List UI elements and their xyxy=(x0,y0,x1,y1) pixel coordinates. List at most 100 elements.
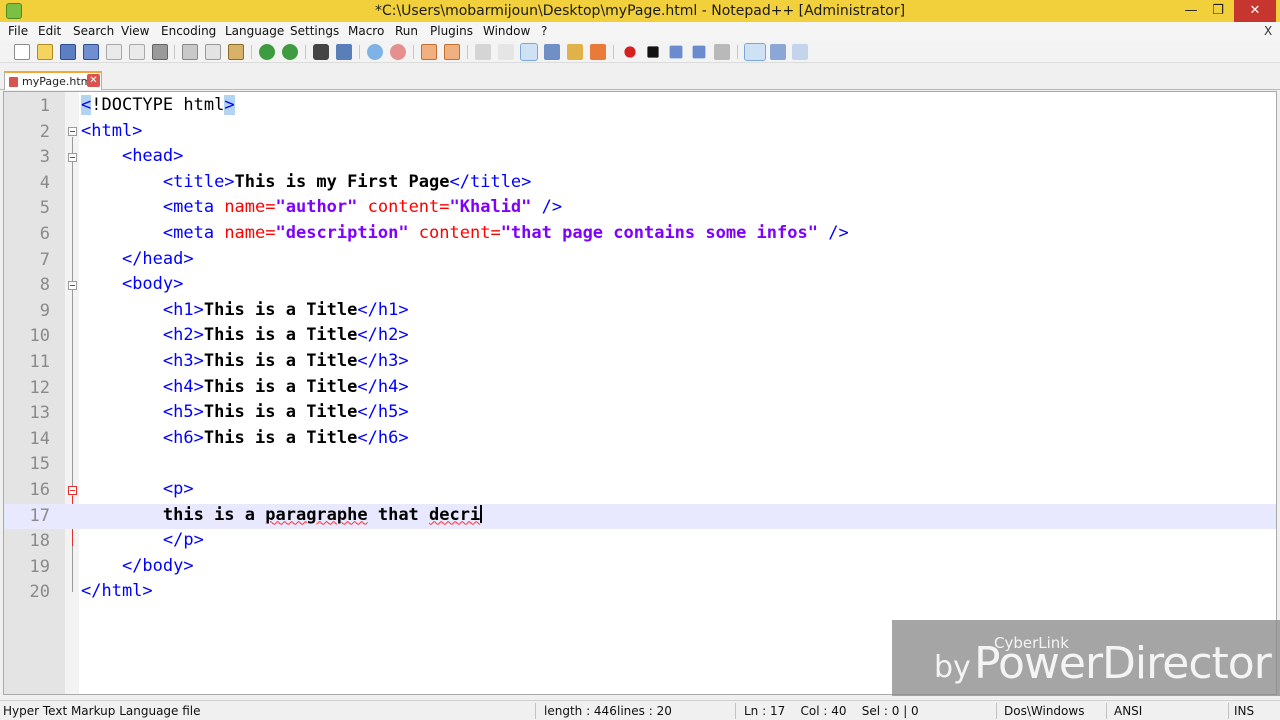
code-text: this is a paragraphe that decri xyxy=(162,504,483,525)
toolbar-separator xyxy=(737,45,738,59)
open-file-icon[interactable] xyxy=(37,44,53,60)
redo-icon[interactable] xyxy=(282,44,298,60)
window-title: *C:\Users\mobarmijoun\Desktop\myPage.htm… xyxy=(374,3,906,19)
close-icon[interactable] xyxy=(106,44,122,60)
indent-guide-icon[interactable] xyxy=(520,43,538,61)
menu-macro[interactable]: Macro xyxy=(348,24,384,38)
toolbar-separator xyxy=(413,45,414,59)
sync-vertical-icon[interactable] xyxy=(421,44,437,60)
code-line: 4 <title>This is my First Page</title> xyxy=(4,171,1276,197)
toolbar-separator xyxy=(613,45,614,59)
text-caret xyxy=(480,504,483,523)
code-line: 10 <h2>This is a Title</h2> xyxy=(4,324,1276,350)
toolbar-separator xyxy=(251,45,252,59)
maximize-button[interactable]: ❐ xyxy=(1203,0,1233,22)
code-text: <meta name="author" content="Khalid" /> xyxy=(162,197,563,218)
spellcheck-options-icon[interactable] xyxy=(770,44,786,60)
sync-horizontal-icon[interactable] xyxy=(444,44,460,60)
status-divider xyxy=(535,703,536,719)
status-filetype: Hyper Text Markup Language file xyxy=(3,704,201,718)
code-editor[interactable]: 1 <!DOCTYPE html> 2 <html> 3 <head> 4 <t… xyxy=(3,91,1277,695)
menu-run[interactable]: Run xyxy=(395,24,418,38)
spellcheck-icon[interactable] xyxy=(744,43,766,61)
play-macro-icon[interactable] xyxy=(669,45,683,59)
stop-macro-icon[interactable] xyxy=(647,46,659,58)
menu-edit[interactable]: Edit xyxy=(38,24,61,38)
cut-icon[interactable] xyxy=(182,44,198,60)
replace-icon[interactable] xyxy=(336,44,352,60)
watermark-by: by xyxy=(934,650,971,685)
menu-plugins[interactable]: Plugins xyxy=(430,24,473,38)
save-all-icon[interactable] xyxy=(83,44,99,60)
code-text: <h5>This is a Title</h5> xyxy=(162,402,409,423)
tab-mypage-html[interactable]: myPage.html ✕ xyxy=(4,71,102,90)
undo-icon[interactable] xyxy=(259,44,275,60)
line-number: 17 xyxy=(29,505,50,526)
menu-encoding[interactable]: Encoding xyxy=(161,24,216,38)
code-line: 20 </html> xyxy=(4,580,1276,606)
code-text: <html> xyxy=(81,120,143,141)
code-line: 16 <p> xyxy=(4,478,1276,504)
code-line: 9 <h1>This is a Title</h1> xyxy=(4,299,1276,325)
close-window-button[interactable]: ✕ xyxy=(1234,0,1276,22)
code-text: <meta name="description" content="that p… xyxy=(162,223,849,243)
spellcheck-next-icon[interactable] xyxy=(792,44,808,60)
status-lines: lines : 20 xyxy=(617,704,672,718)
code-line: 7 </head> xyxy=(4,248,1276,274)
line-number: 15 xyxy=(29,454,50,475)
status-length: length : 446 xyxy=(544,704,617,718)
close-document-button[interactable]: X xyxy=(1264,24,1272,38)
paste-icon[interactable] xyxy=(228,44,244,60)
menu-window[interactable]: Window xyxy=(483,24,530,38)
code-text: </html> xyxy=(81,581,153,602)
save-icon[interactable] xyxy=(60,44,76,60)
code-line: 11 <h3>This is a Title</h3> xyxy=(4,350,1276,376)
status-position: Ln : 17 Col : 40 Sel : 0 | 0 xyxy=(744,704,919,718)
status-divider xyxy=(996,703,997,719)
code-text: <title>This is my First Page</title> xyxy=(162,171,532,192)
menu-language[interactable]: Language xyxy=(225,24,284,38)
toolbar-separator xyxy=(174,45,175,59)
code-line: 3 <head> xyxy=(4,145,1276,171)
code-text: <h1>This is a Title</h1> xyxy=(162,299,409,320)
doc-map-icon[interactable] xyxy=(544,44,560,60)
menu-settings[interactable]: Settings xyxy=(290,24,339,38)
new-file-icon[interactable] xyxy=(14,44,30,60)
code-line: 15 xyxy=(4,452,1276,478)
show-all-chars-icon[interactable] xyxy=(498,44,514,60)
code-line: 13 <h5>This is a Title</h5> xyxy=(4,401,1276,427)
code-line: 5 <meta name="author" content="Khalid" /… xyxy=(4,196,1276,222)
save-macro-icon[interactable] xyxy=(714,44,730,60)
copy-icon[interactable] xyxy=(205,44,221,60)
function-list-icon[interactable] xyxy=(567,44,583,60)
code-text: </p> xyxy=(162,530,204,551)
status-divider xyxy=(1106,703,1107,719)
folder-workspace-icon[interactable] xyxy=(590,44,606,60)
menu-view[interactable]: View xyxy=(121,24,149,38)
print-icon[interactable] xyxy=(152,44,168,60)
toolbar-separator xyxy=(305,45,306,59)
close-all-icon[interactable] xyxy=(129,44,145,60)
find-icon[interactable] xyxy=(313,44,329,60)
menu-help[interactable]: ? xyxy=(541,24,547,38)
menu-search[interactable]: Search xyxy=(73,24,114,38)
minimize-button[interactable]: — xyxy=(1176,0,1206,22)
line-number: 8 xyxy=(39,275,50,296)
line-number: 13 xyxy=(29,403,50,424)
word-wrap-icon[interactable] xyxy=(475,44,491,60)
code-line: 18 </p> xyxy=(4,529,1276,555)
zoom-out-icon[interactable] xyxy=(390,44,406,60)
run-macro-multiple-icon[interactable] xyxy=(692,45,706,59)
code-text: <h2>This is a Title</h2> xyxy=(162,325,409,346)
unsaved-document-icon xyxy=(9,77,18,87)
tab-close-button[interactable]: ✕ xyxy=(87,74,100,87)
code-line: 1 <!DOCTYPE html> xyxy=(4,94,1276,120)
tab-label: myPage.html xyxy=(22,75,95,88)
menu-file[interactable]: File xyxy=(8,24,28,38)
zoom-in-icon[interactable] xyxy=(367,44,383,60)
line-number: 7 xyxy=(39,249,50,270)
code-line: 2 <html> xyxy=(4,120,1276,146)
code-line: 19 </body> xyxy=(4,555,1276,581)
status-encoding: ANSI xyxy=(1114,704,1143,718)
record-macro-icon[interactable] xyxy=(624,46,636,58)
